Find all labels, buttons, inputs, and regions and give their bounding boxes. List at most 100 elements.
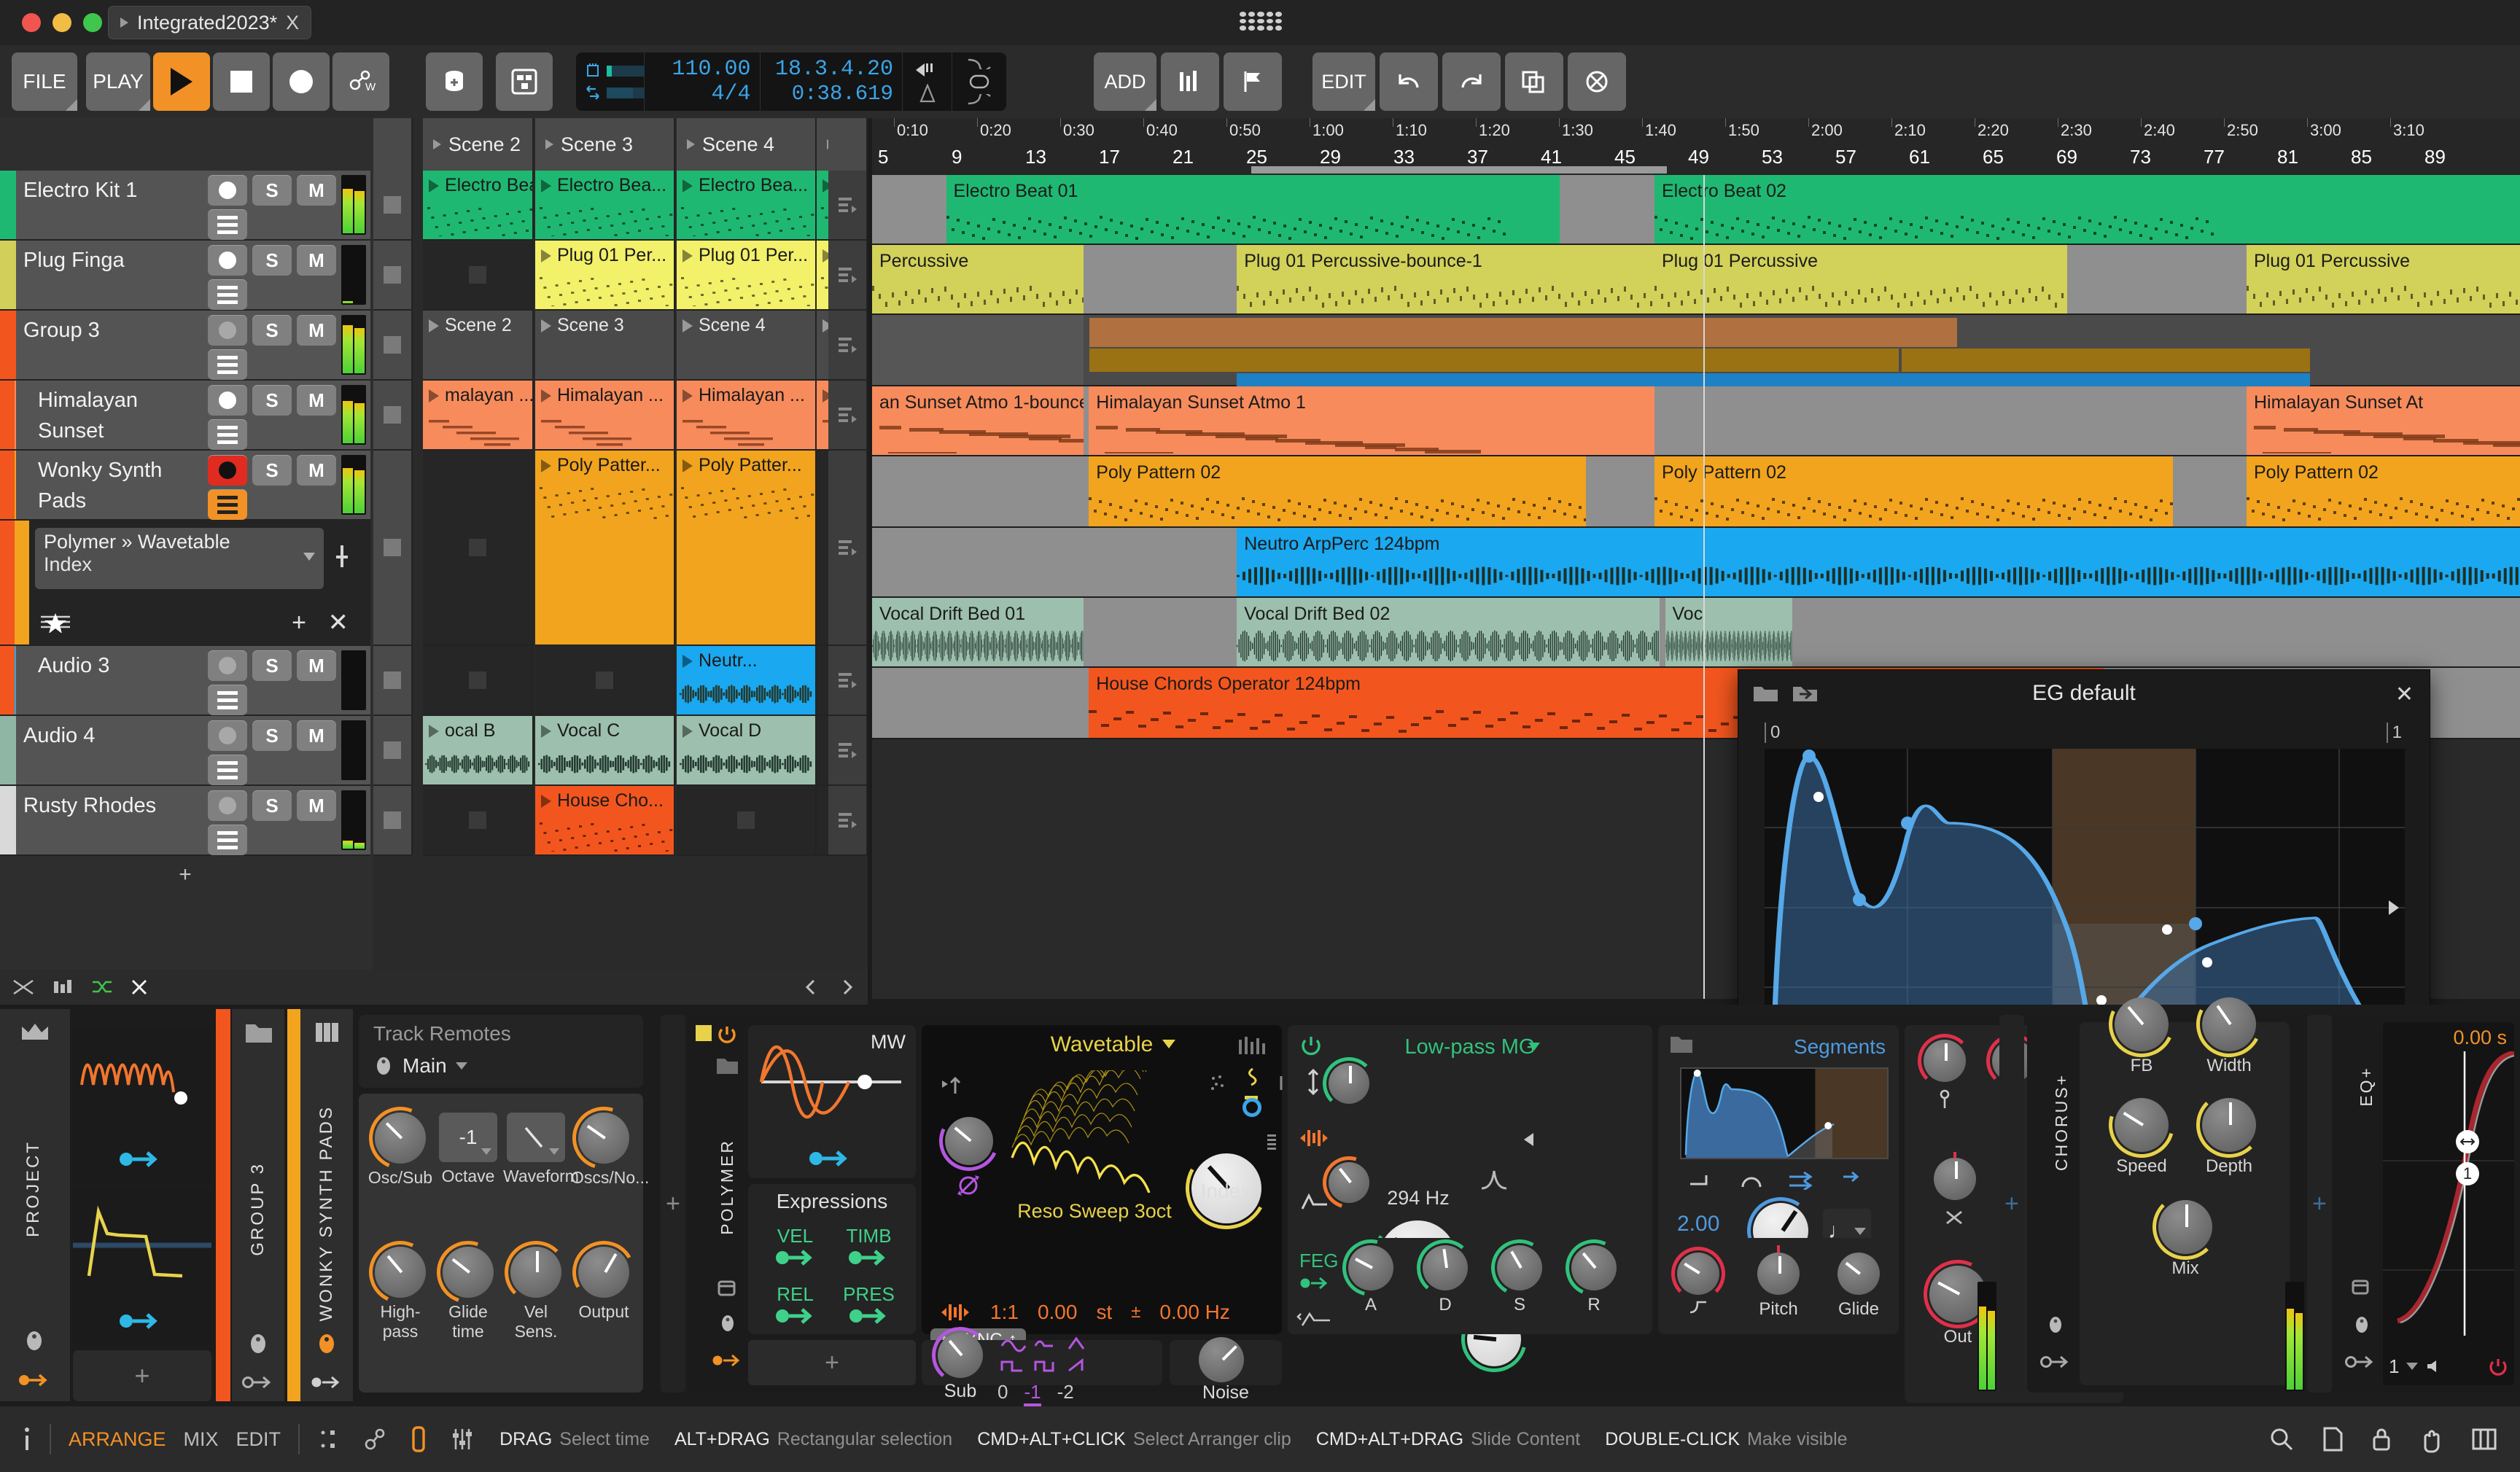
window-maximize-button[interactable] xyxy=(83,13,102,32)
modulation-out-icon[interactable] xyxy=(774,1306,817,1326)
pre-roll-icon[interactable] xyxy=(914,61,941,79)
power-icon[interactable] xyxy=(716,1024,738,1045)
mode-edit[interactable]: EDIT xyxy=(236,1428,281,1451)
chorus-knob-depth[interactable] xyxy=(2196,1092,2262,1158)
metronome-cell[interactable] xyxy=(903,52,953,111)
loop-icon[interactable] xyxy=(967,72,992,91)
layout-button[interactable] xyxy=(496,52,553,111)
remove-device-button[interactable]: ✕ xyxy=(328,608,349,637)
remote-control[interactable]: High-pass xyxy=(359,1231,441,1341)
arranger-clip[interactable]: Electro Beat 01 xyxy=(946,175,1560,244)
segments-module[interactable]: Segments 2.00 ♩ Pitch Glide xyxy=(1658,1025,1899,1334)
segments-bottom-row[interactable]: Pitch Glide xyxy=(1658,1238,1899,1334)
osc-fine-value[interactable]: 0.00 Hz xyxy=(1159,1301,1230,1324)
adsr-control[interactable]: A xyxy=(1331,1228,1410,1315)
automation-icon[interactable] xyxy=(362,1427,387,1452)
files-icon[interactable] xyxy=(2320,1425,2345,1453)
arranger-clip[interactable]: Plug 01 Percussive-bounce-1 xyxy=(1237,245,1654,314)
clip-slot[interactable]: Scene 2 xyxy=(423,311,534,381)
fade-in-icon[interactable] xyxy=(967,94,992,106)
arranger-clip[interactable]: Himalayan Sunset At xyxy=(2247,386,2520,455)
clip-play-icon[interactable] xyxy=(429,319,439,332)
chevron-down-icon[interactable] xyxy=(303,553,315,561)
filter-tuning-icon[interactable] xyxy=(1298,1127,1330,1149)
mouse-modulator-icon[interactable] xyxy=(2352,1314,2371,1336)
eq-display[interactable]: 0.00 s 1 1 xyxy=(2383,1022,2514,1385)
track-record-arm[interactable] xyxy=(208,455,247,486)
clip-stop-button[interactable] xyxy=(373,171,413,241)
clip-slot[interactable]: House Cho... xyxy=(535,786,675,856)
eg-close-icon[interactable]: ✕ xyxy=(2395,682,2414,707)
modulation-out-icon[interactable] xyxy=(848,1306,890,1326)
chorus-knob-width[interactable] xyxy=(2188,983,2271,1066)
remote-knob[interactable] xyxy=(505,1241,567,1304)
sub-octave-minus2[interactable]: -2 xyxy=(1057,1381,1074,1407)
arranger-lane[interactable] xyxy=(872,315,2520,386)
remote-knob[interactable] xyxy=(565,1234,642,1311)
track-name[interactable]: Wonky Synth Pads xyxy=(38,455,208,516)
oscillator-module[interactable]: Wavetable Reso Sweep 3oct Index 1:1 0.00… xyxy=(922,1025,1283,1334)
adsr-knob-D[interactable] xyxy=(1415,1237,1476,1298)
modulation-out-icon[interactable] xyxy=(241,1374,275,1391)
scroll-right-icon[interactable] xyxy=(837,978,856,997)
modulation-out-icon[interactable] xyxy=(2345,1353,2377,1371)
shuffle-icon[interactable] xyxy=(90,978,114,997)
clip-slot[interactable]: Scene 3 xyxy=(535,311,675,381)
mouse-modulator-icon[interactable] xyxy=(246,1331,271,1356)
position-cell[interactable]: 18.3.4.20 0:38.619 xyxy=(761,52,903,111)
clip-stop-button[interactable] xyxy=(373,646,413,716)
track-device-toggle[interactable] xyxy=(208,349,247,380)
remote-select[interactable]: -1 xyxy=(439,1113,497,1162)
remote-control[interactable]: Output xyxy=(565,1234,642,1322)
arranger-clip[interactable]: Vocal Drift Bed 01 xyxy=(872,598,1084,666)
clip-slot[interactable]: Electro Bea... xyxy=(535,171,675,241)
clip-slot[interactable]: Poly Patter... xyxy=(677,451,817,646)
clip-play-icon[interactable] xyxy=(541,794,551,808)
scene-play-icon[interactable] xyxy=(545,139,553,149)
adsr-knob-R[interactable] xyxy=(1558,1231,1630,1304)
group-sublane-clip-3[interactable] xyxy=(1902,348,2310,372)
scroll-left-icon[interactable] xyxy=(802,978,821,997)
track-header[interactable]: Audio 3 S M xyxy=(0,646,370,747)
tempo-cell[interactable]: 110.00 4/4 xyxy=(645,52,761,111)
resonance-arrow-icon[interactable] xyxy=(1524,1133,1533,1146)
track-mute[interactable]: M xyxy=(297,650,336,681)
add-button[interactable]: ADD xyxy=(1094,52,1156,111)
arranger-clip[interactable]: Plug 01 Percussive xyxy=(2247,245,2520,314)
segments-slope-knob[interactable] xyxy=(1671,1246,1725,1301)
arranger-lane[interactable]: Percussive Plug 01 Percussive-bounce-1 Plu… xyxy=(872,245,2520,315)
modulation-route-icon[interactable] xyxy=(118,1310,162,1332)
remote-control[interactable]: Glide time xyxy=(426,1230,510,1341)
track-solo[interactable]: S xyxy=(252,175,292,206)
eg-next-arrow-icon[interactable] xyxy=(2389,900,2399,916)
scene-launch-button[interactable] xyxy=(828,716,868,786)
adsr-control[interactable]: R xyxy=(1558,1231,1630,1315)
tempo-display-group[interactable]: 110.00 4/4 18.3.4.20 0:38.619 xyxy=(576,52,1006,111)
osc-ratio-value[interactable]: 1:1 xyxy=(990,1301,1019,1324)
window-minimize-button[interactable] xyxy=(52,13,71,32)
modulation-out-icon[interactable] xyxy=(18,1371,51,1390)
expression-slot[interactable]: TIMB xyxy=(846,1225,892,1273)
arranger-lane[interactable]: Neutro ArpPerc 124bpm xyxy=(872,528,2520,598)
oscillator-title[interactable]: Wavetable xyxy=(922,1032,1282,1057)
device-color-swatch[interactable] xyxy=(696,1025,712,1041)
file-menu-button[interactable]: FILE xyxy=(12,52,77,111)
loop-region[interactable] xyxy=(1251,166,1667,174)
expression-slot[interactable]: PRES xyxy=(843,1283,895,1331)
modulation-route-icon[interactable] xyxy=(808,1148,852,1169)
modulation-out-icon[interactable] xyxy=(712,1352,744,1369)
track-name[interactable]: Audio 3 xyxy=(38,650,109,681)
track-record-arm[interactable] xyxy=(208,245,247,276)
automation-write-button[interactable]: W xyxy=(332,52,389,111)
tuning-icon[interactable] xyxy=(939,1301,971,1323)
clip-slot[interactable]: Neutr... xyxy=(677,646,817,716)
remote-knob[interactable] xyxy=(359,1231,441,1313)
filter-envelope-module[interactable]: FEG A D S R xyxy=(1288,1228,1652,1334)
add-modulator-button[interactable]: + xyxy=(73,1350,211,1401)
group-sublane-clip-2[interactable] xyxy=(1089,348,1899,372)
clip-play-icon[interactable] xyxy=(682,389,693,402)
clip-stop-button[interactable] xyxy=(373,311,413,381)
arranger-clip[interactable]: an Sunset Atmo 1-bounce-1 xyxy=(872,386,1084,455)
arranger-clip[interactable]: Poly Pattern 02 xyxy=(1654,456,2173,526)
mixer-view-button[interactable] xyxy=(1161,52,1219,111)
